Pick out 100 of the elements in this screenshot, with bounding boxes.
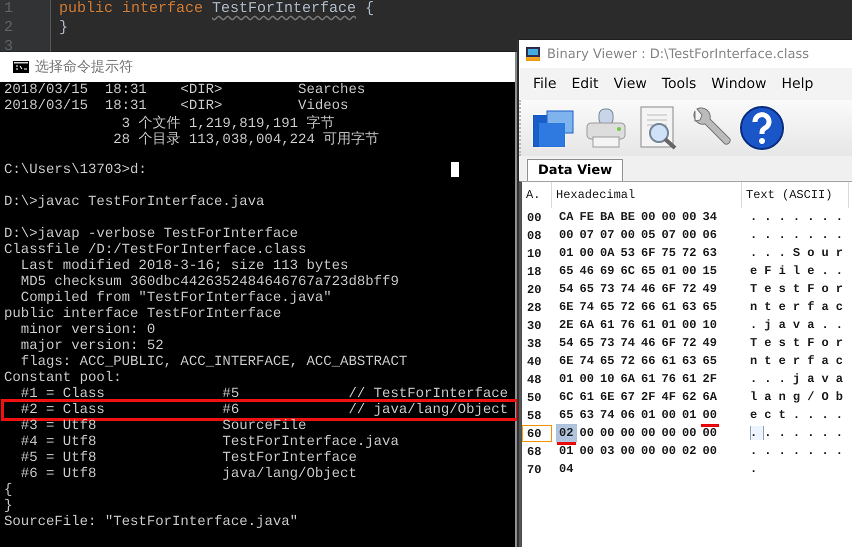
hex-byte[interactable]: 00 bbox=[679, 262, 700, 280]
hex-byte[interactable]: 00 bbox=[638, 442, 658, 460]
hex-byte[interactable]: 01 bbox=[556, 370, 576, 388]
hex-byte[interactable]: 00 bbox=[576, 244, 597, 262]
hex-byte[interactable]: 4F bbox=[658, 388, 679, 406]
hex-byte[interactable]: 06 bbox=[618, 406, 638, 424]
hex-byte[interactable]: 61 bbox=[658, 352, 679, 370]
hex-byte[interactable]: 6E bbox=[556, 298, 576, 316]
hex-byte[interactable]: 76 bbox=[618, 316, 638, 334]
menu-item[interactable]: Help bbox=[776, 76, 822, 92]
hex-byte[interactable]: 07 bbox=[576, 226, 597, 244]
menu-item[interactable]: File bbox=[527, 76, 566, 92]
hex-byte[interactable]: 00 bbox=[700, 406, 720, 424]
hex-byte[interactable]: 6A bbox=[700, 388, 720, 406]
hex-byte[interactable]: 00 bbox=[638, 424, 658, 442]
hex-byte[interactable]: 01 bbox=[556, 442, 576, 460]
hex-byte[interactable]: 2E bbox=[556, 316, 576, 334]
hex-byte[interactable]: 00 bbox=[556, 226, 576, 244]
hex-byte[interactable]: 01 bbox=[679, 406, 700, 424]
hex-byte[interactable]: 02 bbox=[556, 424, 576, 442]
hex-byte[interactable]: 15 bbox=[700, 262, 720, 280]
hex-byte[interactable]: 00 bbox=[658, 442, 679, 460]
hex-byte[interactable]: 10 bbox=[597, 370, 618, 388]
menu-item[interactable]: Window bbox=[705, 76, 776, 92]
hex-byte[interactable]: 00 bbox=[700, 424, 720, 442]
hex-byte[interactable]: 63 bbox=[700, 244, 720, 262]
hex-byte[interactable]: 00 bbox=[618, 226, 638, 244]
hex-byte[interactable]: 72 bbox=[679, 244, 700, 262]
hex-byte[interactable]: 65 bbox=[597, 352, 618, 370]
hex-byte[interactable]: 6F bbox=[638, 244, 658, 262]
hex-byte[interactable]: 02 bbox=[679, 442, 700, 460]
hex-byte[interactable]: FE bbox=[576, 208, 597, 226]
hex-byte[interactable]: 6A bbox=[618, 370, 638, 388]
hex-byte[interactable]: 65 bbox=[576, 280, 597, 298]
hex-byte[interactable]: 54 bbox=[556, 280, 576, 298]
hex-byte[interactable]: 46 bbox=[576, 262, 597, 280]
hex-byte[interactable]: 6F bbox=[658, 334, 679, 352]
hex-byte[interactable]: 65 bbox=[576, 334, 597, 352]
hex-byte[interactable]: 72 bbox=[679, 334, 700, 352]
hex-byte[interactable]: 00 bbox=[658, 424, 679, 442]
hex-byte[interactable]: 63 bbox=[679, 298, 700, 316]
hex-byte[interactable]: 61 bbox=[597, 316, 618, 334]
hex-byte[interactable]: 01 bbox=[658, 316, 679, 334]
hex-byte[interactable]: 61 bbox=[576, 388, 597, 406]
hex-byte[interactable]: 00 bbox=[638, 208, 658, 226]
hex-byte[interactable]: 00 bbox=[700, 442, 720, 460]
hex-byte[interactable]: 63 bbox=[576, 406, 597, 424]
hex-byte[interactable]: 6C bbox=[618, 262, 638, 280]
hex-byte[interactable]: 10 bbox=[700, 316, 720, 334]
hex-byte[interactable]: 72 bbox=[618, 298, 638, 316]
hex-byte[interactable]: 65 bbox=[638, 262, 658, 280]
hex-byte[interactable]: 00 bbox=[679, 208, 700, 226]
hex-byte[interactable]: 00 bbox=[597, 424, 618, 442]
hex-byte[interactable]: 07 bbox=[597, 226, 618, 244]
hex-byte[interactable]: 75 bbox=[658, 244, 679, 262]
hex-byte[interactable]: 00 bbox=[679, 316, 700, 334]
hex-byte[interactable]: 6F bbox=[658, 280, 679, 298]
hex-byte[interactable]: 00 bbox=[618, 424, 638, 442]
hex-byte[interactable]: 66 bbox=[638, 352, 658, 370]
hex-byte[interactable]: 01 bbox=[638, 406, 658, 424]
hex-byte[interactable]: 54 bbox=[556, 334, 576, 352]
hex-byte[interactable]: 74 bbox=[576, 352, 597, 370]
hex-byte[interactable]: 00 bbox=[679, 424, 700, 442]
hex-byte[interactable]: BA bbox=[597, 208, 618, 226]
hex-byte[interactable]: 00 bbox=[618, 442, 638, 460]
hex-byte[interactable]: 04 bbox=[556, 460, 576, 478]
hex-byte[interactable]: 0A bbox=[597, 244, 618, 262]
hex-byte[interactable]: 00 bbox=[576, 370, 597, 388]
hex-byte[interactable]: 62 bbox=[679, 388, 700, 406]
hex-byte[interactable]: 05 bbox=[638, 226, 658, 244]
hex-byte[interactable]: 63 bbox=[679, 352, 700, 370]
hex-byte[interactable]: 74 bbox=[618, 280, 638, 298]
hex-byte[interactable]: 06 bbox=[700, 226, 720, 244]
hex-byte[interactable]: 00 bbox=[658, 406, 679, 424]
hex-byte[interactable]: 69 bbox=[597, 262, 618, 280]
hex-byte[interactable]: 76 bbox=[658, 370, 679, 388]
hex-byte[interactable]: 6E bbox=[597, 388, 618, 406]
hex-byte[interactable]: 65 bbox=[597, 298, 618, 316]
hex-byte[interactable]: 6C bbox=[556, 388, 576, 406]
hex-byte[interactable]: 00 bbox=[576, 424, 597, 442]
help-icon[interactable] bbox=[739, 105, 785, 151]
hex-byte[interactable]: 34 bbox=[700, 208, 720, 226]
hex-byte[interactable]: 74 bbox=[597, 406, 618, 424]
hex-byte[interactable]: 74 bbox=[576, 298, 597, 316]
tab[interactable]: Data View bbox=[527, 159, 624, 181]
menu-item[interactable]: Tools bbox=[656, 76, 706, 92]
hex-byte[interactable]: 07 bbox=[658, 226, 679, 244]
hex-byte[interactable]: 73 bbox=[597, 280, 618, 298]
hex-byte[interactable]: 6A bbox=[576, 316, 597, 334]
hex-byte[interactable]: 53 bbox=[618, 244, 638, 262]
hex-byte[interactable]: 03 bbox=[597, 442, 618, 460]
hex-byte[interactable]: 65 bbox=[700, 298, 720, 316]
hex-byte[interactable]: 73 bbox=[597, 334, 618, 352]
hex-byte[interactable]: 61 bbox=[679, 370, 700, 388]
hex-byte[interactable]: 01 bbox=[658, 262, 679, 280]
hex-byte[interactable]: 72 bbox=[679, 280, 700, 298]
hex-byte[interactable]: 49 bbox=[700, 334, 720, 352]
hex-byte[interactable]: 61 bbox=[658, 298, 679, 316]
hex-byte[interactable]: 2F bbox=[638, 388, 658, 406]
hex-byte[interactable]: 00 bbox=[576, 442, 597, 460]
